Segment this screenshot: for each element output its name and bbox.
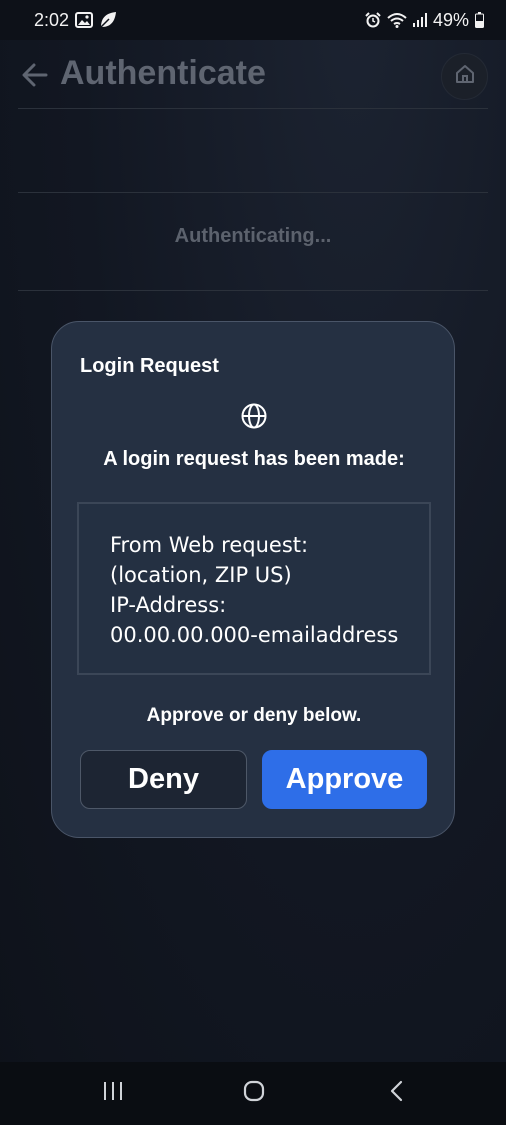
detail-line: 00.00.00.000-emailaddress: [110, 623, 399, 647]
approve-button[interactable]: Approve: [262, 750, 427, 809]
status-right: 49%: [365, 10, 484, 31]
battery-icon: [475, 12, 484, 28]
status-bar: 2:02 49%: [0, 0, 506, 40]
page-title: Authenticate: [60, 54, 266, 92]
app-header: Authenticate: [0, 40, 506, 110]
authenticating-status: Authenticating...: [174, 225, 332, 247]
alarm-icon: [365, 12, 381, 28]
arrow-left-icon: [22, 63, 48, 92]
detail-line: From Web request:: [110, 533, 309, 557]
status-left: 2:02: [34, 10, 117, 31]
recents-button[interactable]: [93, 1076, 133, 1110]
back-chevron-icon: [389, 1080, 403, 1107]
recents-icon: [102, 1081, 124, 1106]
detail-line: IP-Address:: [110, 593, 227, 617]
back-nav-button[interactable]: [376, 1076, 416, 1110]
home-circle-icon: [243, 1080, 265, 1107]
leaf-icon: [99, 11, 117, 29]
request-details-box: From Web request: (location, ZIP US) IP-…: [77, 502, 431, 675]
wifi-icon: [387, 12, 407, 28]
gallery-icon: [75, 12, 94, 28]
deny-button[interactable]: Deny: [80, 750, 247, 809]
navigation-bar: [0, 1062, 506, 1125]
divider: [18, 290, 488, 291]
divider: [18, 192, 488, 193]
detail-line: (location, ZIP US): [110, 563, 292, 587]
login-request-dialog: Login Request A login request has been m…: [51, 321, 455, 838]
globe-icon: [240, 402, 268, 430]
dialog-title: Login Request: [80, 355, 219, 377]
battery-text: 49%: [432, 9, 469, 30]
home-nav-button[interactable]: [234, 1076, 274, 1110]
home-icon: [454, 63, 476, 90]
home-button[interactable]: [441, 53, 488, 100]
status-time: 2:02: [34, 9, 70, 30]
back-button[interactable]: [20, 62, 50, 92]
divider: [18, 108, 488, 109]
signal-icon: [412, 13, 427, 27]
dialog-instruction: Approve or deny below.: [146, 705, 362, 726]
screen: 2:02 49% Authenticate Authenticating... …: [0, 0, 506, 1125]
dialog-message: A login request has been made:: [103, 448, 405, 470]
